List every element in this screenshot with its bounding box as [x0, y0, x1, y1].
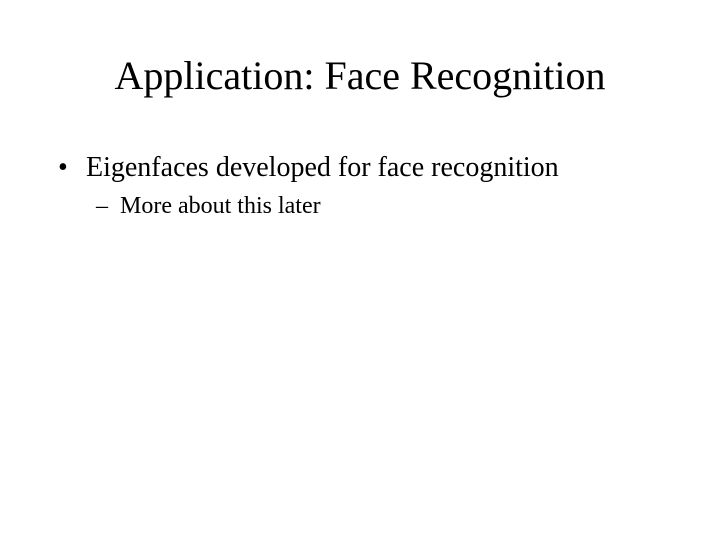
bullet-text: Eigenfaces developed for face recognitio… — [86, 150, 559, 185]
bullet-level-2: – More about this later — [96, 191, 680, 221]
bullet-level-1: • Eigenfaces developed for face recognit… — [58, 150, 680, 185]
slide: Application: Face Recognition • Eigenfac… — [0, 0, 720, 540]
slide-title: Application: Face Recognition — [0, 52, 720, 99]
subbullet-text: More about this later — [120, 191, 321, 221]
slide-body: • Eigenfaces developed for face recognit… — [58, 150, 680, 221]
bullet-marker-icon: • — [58, 150, 86, 185]
dash-marker-icon: – — [96, 191, 120, 221]
